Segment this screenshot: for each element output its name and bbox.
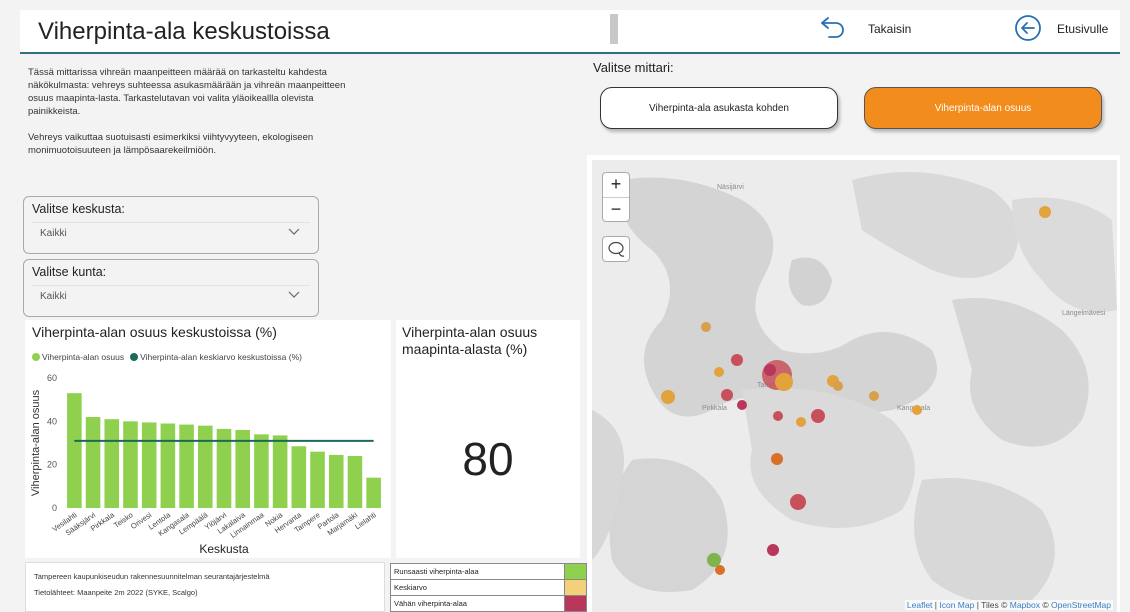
bar[interactable] [347,456,363,508]
iconmap-link[interactable]: Icon Map [939,600,974,610]
osm-link[interactable]: OpenStreetMap [1051,600,1111,610]
back-link[interactable]: Takaisin [868,22,911,36]
map-marker[interactable] [790,494,806,510]
legend-row-label: Vähän viherpinta-alaa [390,595,565,612]
legend-row-swatch [564,579,587,596]
y-tick-label: 0 [52,503,57,513]
map-marker[interactable] [715,565,725,575]
kpi-value: 80 [462,433,514,485]
bar[interactable] [366,477,381,508]
map-marker[interactable] [1039,206,1051,218]
attribution-copy: © [1039,600,1051,610]
header-bar: Viherpinta-ala keskustoissa Takaisin Etu… [20,10,1120,54]
legend-row: Vähän viherpinta-alaa [390,595,587,612]
map-attribution: Leaflet | Icon Map | Tiles © Mapbox © Op… [904,600,1113,610]
map-marker[interactable] [737,400,747,410]
map-marker[interactable] [833,381,843,391]
map-marker[interactable] [707,553,721,567]
page-title: Viherpinta-ala keskustoissa [38,18,330,45]
map-marker[interactable] [912,405,922,415]
map-marker[interactable] [661,390,675,404]
map-frame: Näsijärvi Tampere Pirkkala Kangasala Län… [587,155,1120,612]
intro-paragraph-1: Tässä mittarissa vihreän maanpeitteen mä… [28,67,346,117]
map-marker[interactable] [771,453,783,465]
bar[interactable] [104,419,120,508]
y-tick-label: 20 [47,460,57,470]
filter-divider [32,222,310,223]
mapbox-link[interactable]: Mapbox [1010,600,1040,610]
map-marker[interactable] [731,354,743,366]
footnote: Tampereen kaupunkiseudun rakennesuunnite… [25,562,385,612]
map-marker[interactable] [714,367,724,377]
footnote-line-1: Tampereen kaupunkiseudun rakennesuunnite… [34,572,270,581]
map-view[interactable]: Näsijärvi Tampere Pirkkala Kangasala Län… [592,160,1117,612]
map-markers [661,206,1051,575]
map-marker[interactable] [701,322,711,332]
legend-row: Runsaasti viherpinta-alaa [390,563,587,580]
map-marker[interactable] [773,411,783,421]
map-marker[interactable] [811,409,825,423]
bar[interactable] [160,423,176,509]
y-tick-label: 60 [47,373,57,383]
map-marker[interactable] [721,389,733,401]
zoom-control: + − [602,172,630,222]
y-tick-label: 40 [47,416,57,426]
bar[interactable] [254,434,269,508]
center-filter-label: Valitse keskusta: [32,202,125,216]
back-arrow-icon[interactable] [818,12,848,42]
legend-row-label: Keskiarvo [390,579,565,596]
zoom-out-button[interactable]: − [603,197,629,221]
x-axis-label: Keskusta [199,542,249,556]
bar-chart-card: Viherpinta-alan osuus keskustoissa (%) V… [25,320,391,558]
intro-paragraph-2: Vehreys vaikuttaa suotuisasti esimerkiks… [28,132,314,156]
leaflet-link[interactable]: Leaflet [907,600,933,610]
legend-row: Keskiarvo [390,579,587,596]
header-divider [610,14,618,44]
intro-text: Tässä mittarissa vihreän maanpeitteen mä… [28,66,348,170]
bar[interactable] [291,446,307,508]
legend-row-label: Runsaasti viherpinta-alaa [390,563,565,580]
map-marker[interactable] [869,391,879,401]
metric-selector-title: Valitse mittari: [593,60,674,75]
chevron-down-icon[interactable] [288,288,300,300]
municipality-filter[interactable]: Valitse kunta: Kaikki [23,259,319,317]
legend-row-swatch [564,595,587,612]
attribution-tiles: | Tiles © [974,600,1010,610]
cluster-marker[interactable] [762,360,793,391]
footnote-line-2: Tietolähteet: Maanpeite 2m 2022 (SYKE, S… [34,588,198,597]
bar[interactable] [67,393,82,508]
bar[interactable] [141,422,157,508]
home-arrow-icon[interactable] [1014,14,1042,42]
municipality-filter-label: Valitse kunta: [32,265,107,279]
kpi-card: Viherpinta-alan osuus maapinta-alasta (%… [396,320,580,558]
center-filter[interactable]: Valitse keskusta: Kaikki [23,196,319,254]
share-button[interactable]: Viherpinta-alan osuus [864,87,1102,129]
legend-row-swatch [564,563,587,580]
map-legend-table: Runsaasti viherpinta-alaa Keskiarvo Vähä… [390,563,587,612]
lasso-select-button[interactable] [602,236,630,262]
bar[interactable] [123,421,138,508]
bar[interactable] [328,454,344,508]
bar[interactable] [272,435,288,508]
bar[interactable] [179,424,194,508]
center-filter-value[interactable]: Kaikki [40,228,67,239]
x-tick-label: Lielahti [353,510,378,531]
map-marker[interactable] [767,544,779,556]
zoom-in-button[interactable]: + [603,173,629,197]
map-marker[interactable] [796,417,806,427]
bar[interactable] [310,451,325,508]
bar-chart: 0204060Viherpinta-alan osuusVesilahtiSää… [30,373,381,556]
kpi-title: Viherpinta-alan osuus maapinta-alasta (%… [402,324,538,357]
bar[interactable] [197,425,213,508]
bar[interactable] [85,417,101,508]
lasso-icon [608,241,625,257]
municipality-filter-value[interactable]: Kaikki [40,291,67,302]
home-link[interactable]: Etusivulle [1057,22,1108,36]
per-resident-button[interactable]: Viherpinta-ala asukasta kohden [600,87,838,129]
y-axis-label: Viherpinta-alan osuus [30,389,42,496]
chevron-down-icon[interactable] [288,225,300,237]
filter-divider [32,285,310,286]
